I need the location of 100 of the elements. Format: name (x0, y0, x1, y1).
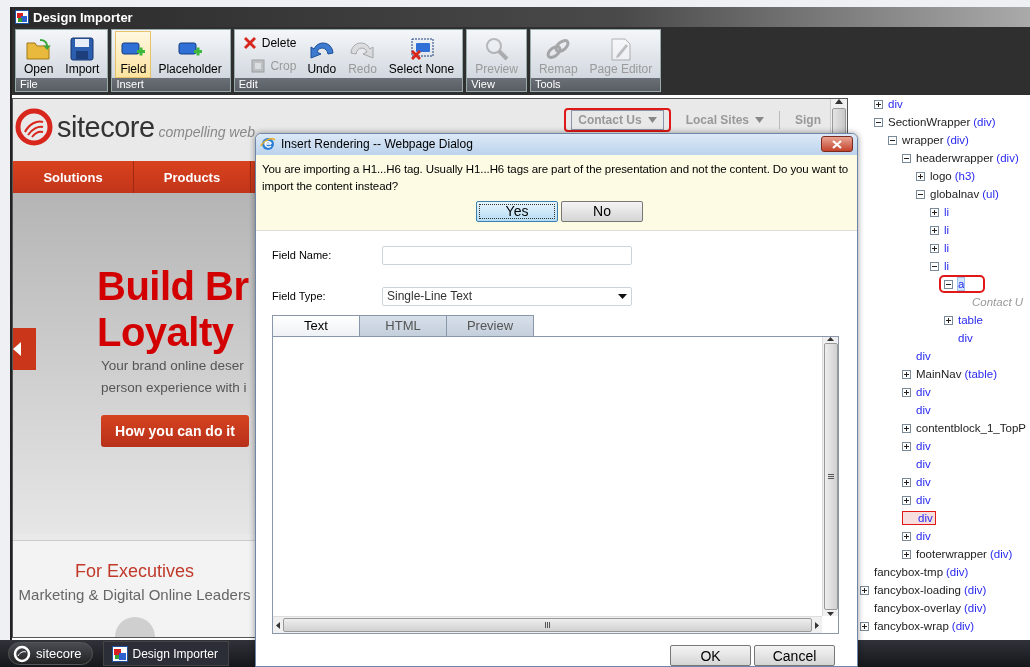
node-tag[interactable]: div (916, 440, 931, 452)
expand-icon[interactable] (902, 477, 911, 487)
node-tag[interactable]: (div) (963, 584, 987, 596)
taskbar-button[interactable]: Design Importer (102, 641, 229, 666)
ribbon-button[interactable]: Undo (302, 31, 342, 78)
expand-icon[interactable] (860, 621, 869, 631)
hero-heading: Loyalty (97, 308, 235, 355)
left-arrow-icon (276, 621, 280, 629)
vertical-scrollbar[interactable] (822, 336, 838, 616)
node-tag[interactable]: li (944, 242, 950, 254)
node-tag[interactable]: (div) (963, 602, 987, 614)
expand-icon[interactable] (902, 423, 911, 433)
expand-icon[interactable] (930, 207, 939, 217)
tab[interactable]: Text (272, 314, 360, 336)
collapse-icon[interactable] (888, 135, 897, 145)
node-tag[interactable]: div (916, 386, 931, 398)
node-name[interactable]: contentblock_1_TopP (916, 422, 1026, 434)
logo-wordmark: sitecore (57, 110, 155, 144)
hero-text: person experience with i (101, 378, 248, 397)
ribbon-button[interactable]: Field (115, 31, 152, 78)
ribbon-button[interactable]: Select None (383, 31, 460, 78)
expand-icon[interactable] (902, 549, 911, 559)
node-tag[interactable]: (div) (946, 566, 969, 578)
horizontal-scrollbar[interactable] (273, 616, 822, 633)
node-tag[interactable]: (table) (964, 368, 997, 380)
previous-slide-button[interactable] (13, 327, 36, 370)
collapse-icon[interactable] (916, 189, 925, 199)
node-tag[interactable]: (div) (946, 134, 969, 146)
nav-item[interactable]: Solutions (13, 161, 134, 193)
collapse-icon[interactable] (944, 279, 953, 289)
collapse-icon[interactable] (930, 261, 939, 271)
swirl-logo-icon (13, 644, 31, 663)
node-name[interactable]: wrapper (902, 134, 944, 146)
expand-icon[interactable] (902, 441, 911, 451)
dropdown-field[interactable]: Single-Line Text (382, 286, 632, 306)
node-tag[interactable]: (div) (989, 548, 1013, 560)
expand-icon[interactable] (944, 315, 953, 325)
node-name[interactable]: footerwrapper (916, 548, 987, 560)
node-tag[interactable]: (ul) (982, 188, 999, 200)
expand-icon[interactable] (916, 171, 925, 181)
notice-button[interactable]: Yes (476, 200, 558, 222)
node-tag[interactable]: li (944, 224, 950, 236)
close-button[interactable] (821, 136, 853, 153)
node-name[interactable]: fancybox-tmp (874, 566, 944, 578)
collapse-icon[interactable] (874, 117, 883, 127)
node-name[interactable]: SectionWrapper (888, 116, 971, 128)
node-tag[interactable]: (div) (951, 620, 975, 632)
node-tag[interactable]: li (944, 260, 950, 272)
logo-tagline: compelling web (158, 124, 256, 140)
node-tag[interactable]: div (916, 350, 931, 362)
close-icon (832, 139, 842, 149)
node-tag[interactable]: a (958, 278, 965, 290)
ribbon-button[interactable]: Import (60, 31, 105, 78)
node-tag[interactable]: div (916, 494, 931, 506)
expand-icon[interactable] (860, 585, 869, 595)
expand-icon[interactable] (902, 531, 911, 541)
expand-icon[interactable] (902, 495, 911, 505)
input-field[interactable] (382, 245, 632, 265)
group-label: Insert (112, 78, 230, 91)
node-tag[interactable]: div (916, 476, 931, 488)
node-name[interactable]: MainNav (916, 368, 962, 380)
node-tag[interactable]: div (916, 530, 931, 542)
tab[interactable]: Preview (446, 314, 534, 336)
node-name[interactable]: globalnav (930, 188, 980, 200)
hero-text: Your brand online deser (101, 356, 245, 375)
expand-icon[interactable] (902, 369, 911, 379)
node-name[interactable]: fancybox-overlay (874, 602, 961, 614)
nav-item[interactable]: Products (134, 161, 251, 193)
node-name[interactable]: logo (930, 170, 952, 182)
up-arrow-icon (835, 99, 843, 104)
expand-icon[interactable] (902, 387, 911, 397)
node-name[interactable]: headerwrapper (916, 152, 994, 164)
text-editor[interactable] (272, 335, 839, 634)
dialog-button[interactable]: Cancel (754, 645, 835, 666)
node-tag[interactable]: div (888, 98, 903, 110)
node-name[interactable]: fancybox-loading (874, 584, 961, 596)
group-label: File (16, 78, 108, 91)
node-tag[interactable]: (div) (973, 116, 996, 128)
node-tag[interactable]: table (958, 314, 983, 326)
notice-button[interactable]: No (561, 200, 643, 222)
expand-icon[interactable] (930, 243, 939, 253)
ribbon-button[interactable]: Delete (237, 31, 301, 54)
tab[interactable]: HTML (359, 314, 447, 336)
node-tag[interactable]: div (918, 512, 933, 524)
node-tag[interactable]: div (916, 458, 931, 470)
ribbon-button[interactable]: Placeholder (153, 31, 227, 78)
dialog-button[interactable]: OK (670, 645, 751, 666)
expand-icon[interactable] (874, 99, 883, 109)
collapse-icon[interactable] (902, 153, 911, 163)
node-tag[interactable]: li (944, 206, 950, 218)
field-label: Field Type: (272, 290, 327, 303)
node-tag[interactable]: (h3) (954, 170, 976, 182)
expand-icon[interactable] (930, 225, 939, 235)
node-tag[interactable]: (div) (996, 152, 1019, 164)
start-button[interactable]: sitecore (8, 642, 93, 665)
ribbon-button[interactable]: Open (19, 31, 59, 78)
node-tag[interactable]: div (916, 404, 931, 416)
node-tag[interactable]: div (958, 332, 973, 344)
cta-button[interactable]: How you can do it (101, 414, 249, 447)
node-name[interactable]: fancybox-wrap (874, 620, 949, 632)
